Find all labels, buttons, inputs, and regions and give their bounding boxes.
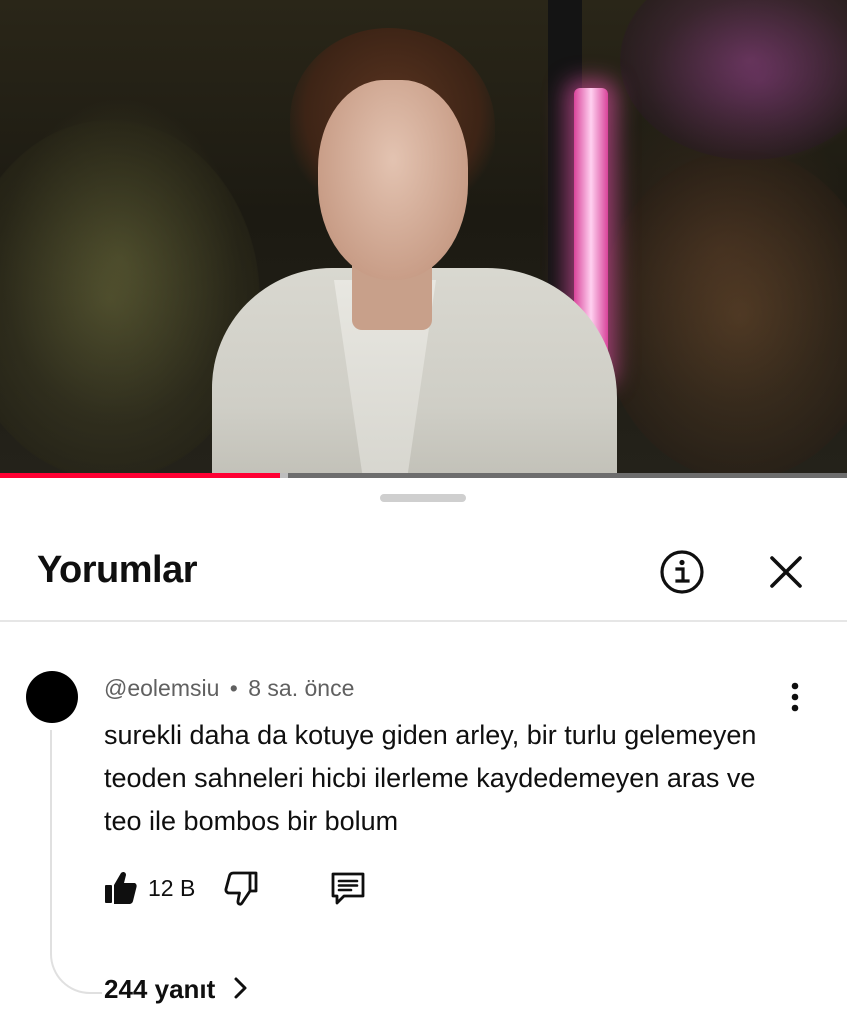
reply-thread-line xyxy=(50,730,102,994)
replies-label: 244 yanıt xyxy=(104,974,216,1004)
close-icon[interactable] xyxy=(766,552,806,592)
person-face xyxy=(318,80,468,280)
comments-sheet: Yorumlar @eolemsiu • 8 sa. önce surekli … xyxy=(0,478,847,1024)
more-vertical-icon[interactable] xyxy=(780,678,810,718)
comment-text: surekli daha da kotuye giden arley, bir … xyxy=(104,720,757,836)
panel-title: Yorumlar xyxy=(37,549,198,591)
header-divider xyxy=(0,620,847,622)
meta-separator: • xyxy=(229,675,238,701)
background-foliage xyxy=(620,0,847,160)
like-count: 12 B xyxy=(148,875,196,901)
comment-time: 8 sa. önce xyxy=(248,675,355,701)
thumbs-up-icon[interactable] xyxy=(104,870,138,906)
comment-meta: @eolemsiu • 8 sa. önce xyxy=(104,674,354,702)
comment-author[interactable]: @eolemsiu xyxy=(104,675,219,701)
comment-reply-icon[interactable] xyxy=(329,870,367,906)
background-foliage xyxy=(600,150,847,478)
avatar[interactable] xyxy=(26,671,78,723)
chevron-right-icon xyxy=(233,976,249,1007)
drag-handle[interactable] xyxy=(380,494,466,502)
thumbs-down-icon[interactable] xyxy=(224,870,258,906)
info-icon[interactable] xyxy=(658,548,706,596)
view-replies-link[interactable]: 244 yanıt xyxy=(104,974,249,1008)
video-player[interactable] xyxy=(0,0,847,478)
